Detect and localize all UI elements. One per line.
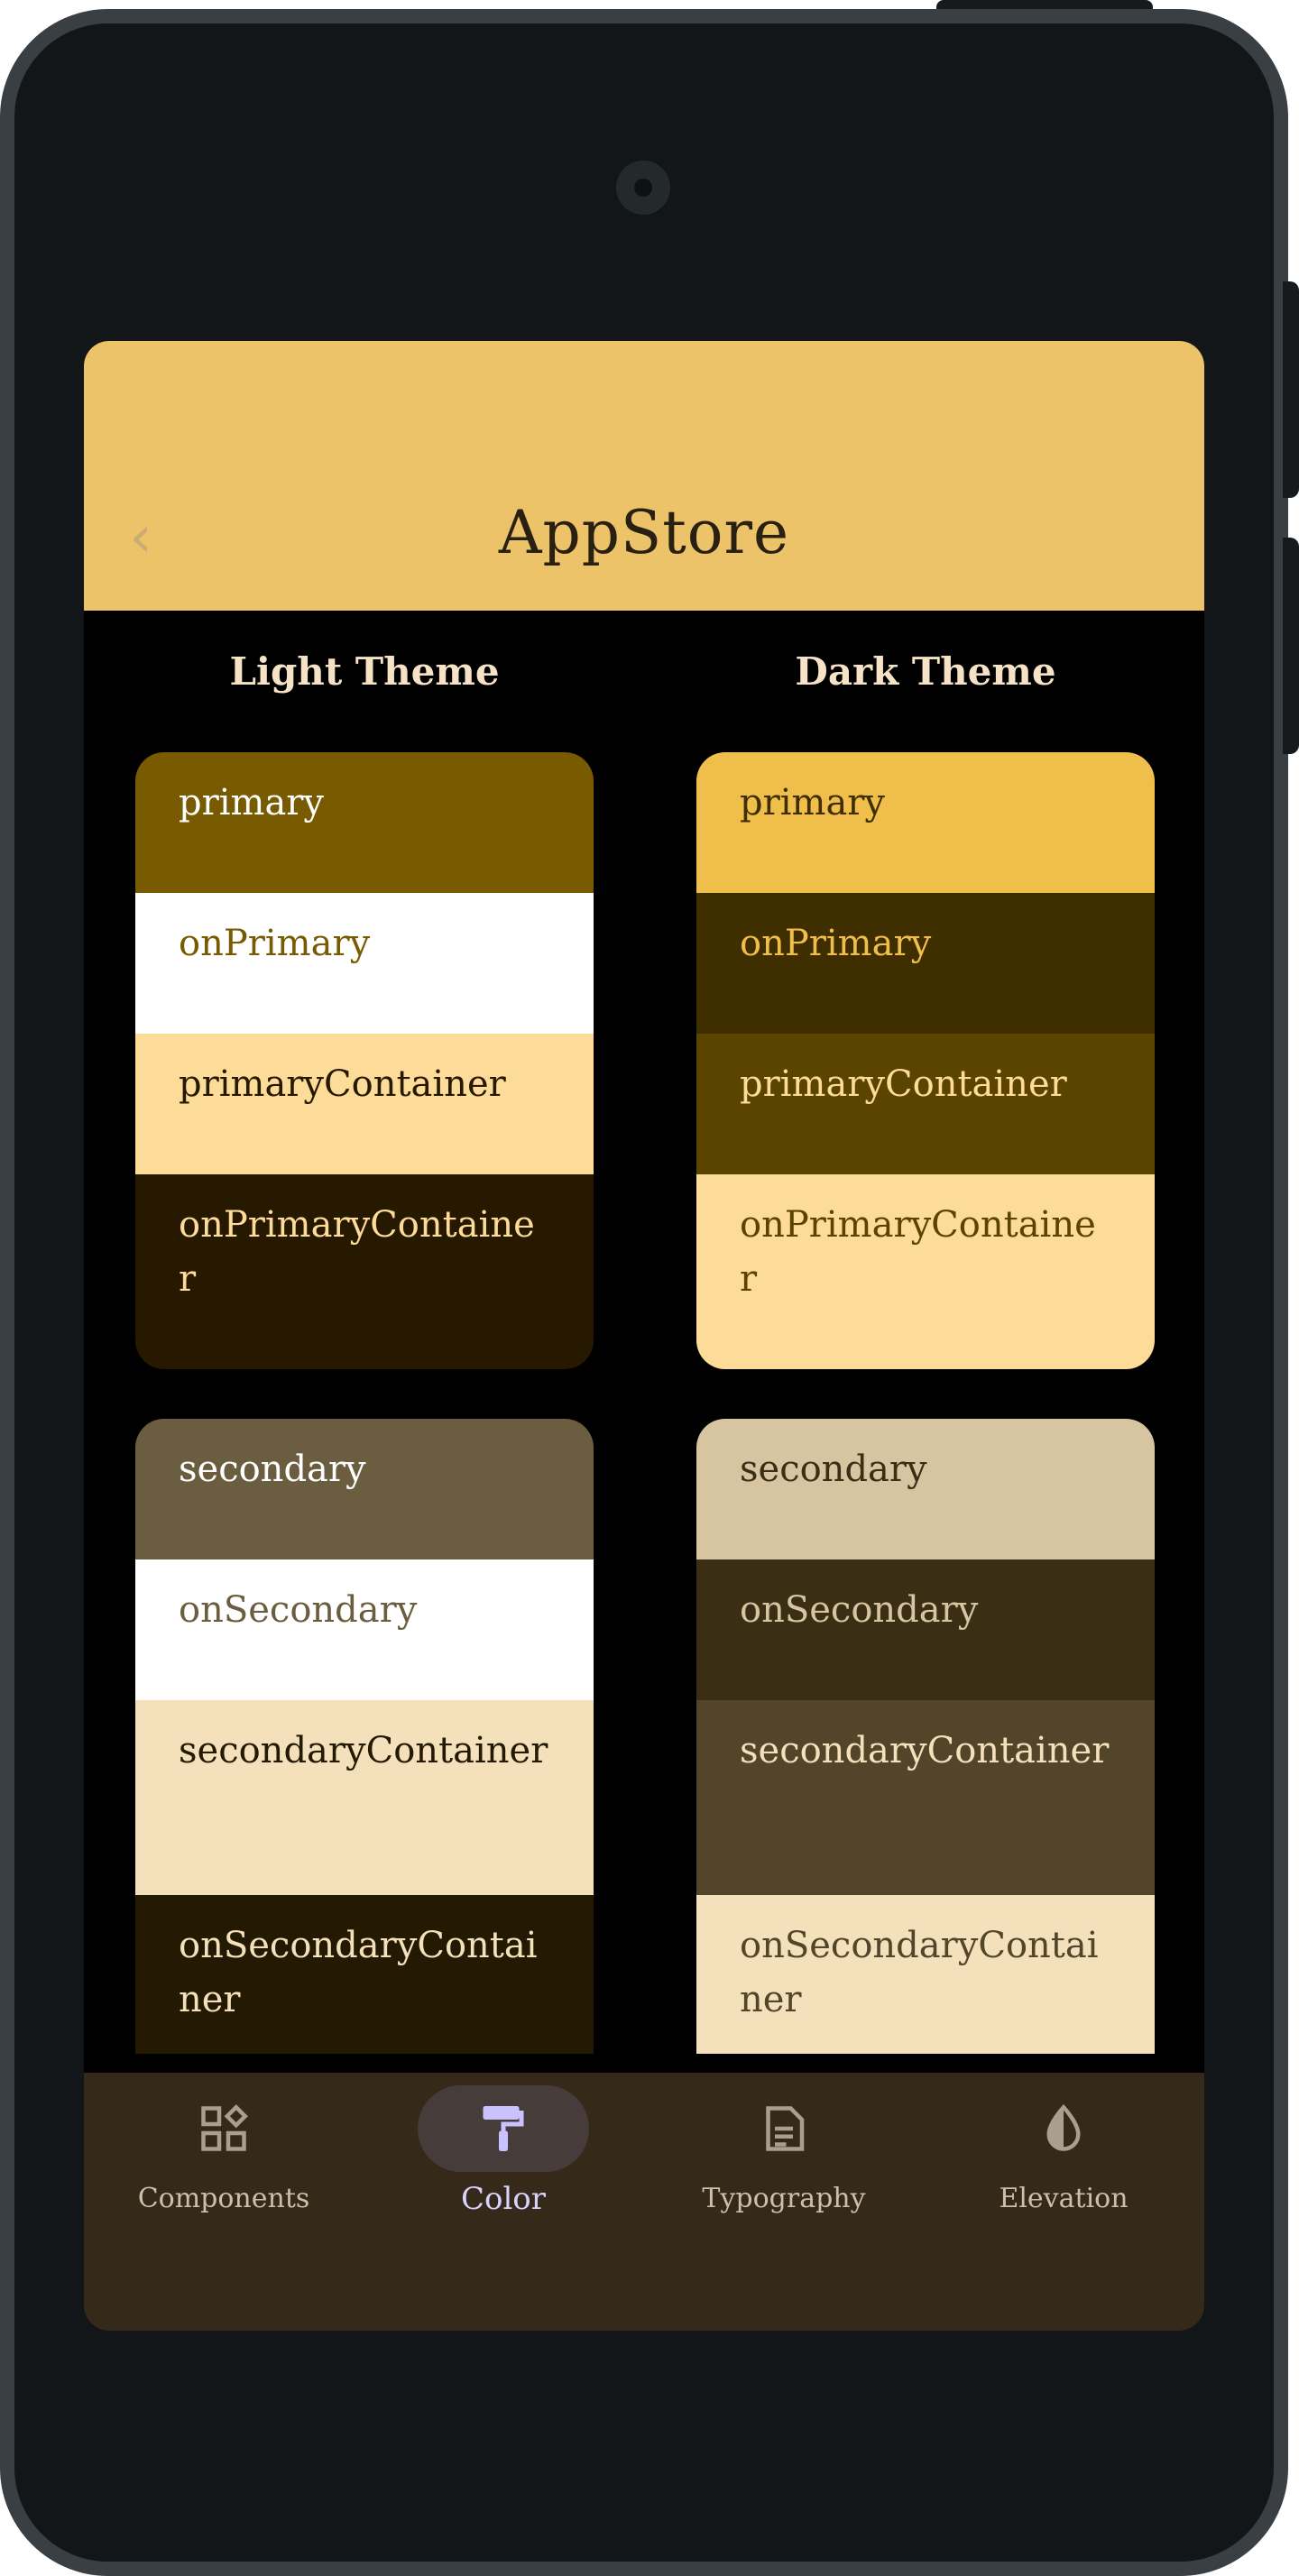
document-icon (766, 2106, 805, 2151)
light-primary-card: primary onPrimary primaryContainer onPrimar… (135, 752, 594, 1369)
color-scheme-list[interactable]: Light Theme Dark Theme primary onPrimary p… (84, 611, 1204, 2054)
nav-pill (978, 2085, 1149, 2172)
nav-item-color[interactable]: Color (364, 2073, 643, 2253)
color-role-on-primary-container: onPrimaryContainer (696, 1174, 1155, 1369)
color-role-on-secondary-container: onSecondaryContainer (135, 1895, 594, 2054)
components-icon (201, 2104, 248, 2151)
nav-pill (138, 2085, 309, 2172)
color-role-primary: primary (135, 752, 594, 893)
bottom-navigation-bar: Components Color Typography Elevation (84, 2073, 1204, 2331)
front-camera (616, 161, 670, 215)
dark-primary-card: primary onPrimary primaryContainer onPrimar… (696, 752, 1155, 1369)
color-role-on-primary-container: onPrimaryContainer (135, 1174, 594, 1369)
color-role-secondary: secondary (696, 1419, 1155, 1559)
nav-label: Components (137, 2183, 310, 2214)
top-app-bar: ‹ AppStore (84, 341, 1204, 611)
nav-item-elevation[interactable]: Elevation (924, 2073, 1203, 2253)
light-theme-heading: Light Theme (229, 649, 500, 694)
color-role-secondary: secondary (135, 1419, 594, 1559)
color-role-primary-container: primaryContainer (135, 1034, 594, 1174)
color-role-secondary-container: secondaryContainer (135, 1700, 594, 1895)
color-role-secondary-container: secondaryContainer (696, 1700, 1155, 1895)
volume-up-button (1283, 281, 1299, 498)
nav-pill (698, 2085, 870, 2172)
color-role-on-primary: onPrimary (696, 893, 1155, 1034)
color-role-on-secondary: onSecondary (135, 1559, 594, 1700)
color-role-primary-container: primaryContainer (696, 1034, 1155, 1174)
color-role-on-secondary-container: onSecondaryContainer (696, 1895, 1155, 2054)
dark-secondary-card: secondary onSecondary secondaryContainer on… (696, 1419, 1155, 2054)
nav-label: Elevation (999, 2183, 1129, 2214)
volume-down-button (1283, 538, 1299, 754)
page-title: AppStore (498, 498, 790, 567)
color-role-on-primary: onPrimary (135, 893, 594, 1034)
contrast-drop-icon (1046, 2103, 1081, 2151)
color-role-primary: primary (696, 752, 1155, 893)
paint-roller-icon (483, 2106, 524, 2151)
nav-pill-active (418, 2085, 589, 2172)
nav-item-components[interactable]: Components (84, 2073, 364, 2253)
nav-label: Color (460, 2181, 547, 2217)
dark-theme-heading: Dark Theme (795, 649, 1056, 694)
app-screen: ‹ AppStore Light Theme Dark Theme primar… (84, 341, 1204, 2331)
nav-item-typography[interactable]: Typography (644, 2073, 924, 2253)
light-secondary-card: secondary onSecondary secondaryContainer on… (135, 1419, 594, 2054)
nav-label: Typography (702, 2183, 866, 2214)
color-role-on-secondary: onSecondary (696, 1559, 1155, 1700)
